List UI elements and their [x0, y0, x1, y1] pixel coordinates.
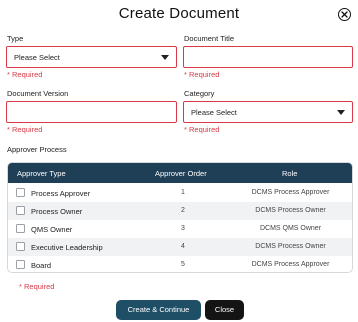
cell-approver-type: Process Owner [31, 206, 83, 216]
cell-role: DCMS Process Approver [251, 189, 330, 196]
type-required-text: * Required [7, 70, 43, 79]
document-title-input[interactable] [183, 46, 353, 68]
row-checkbox[interactable] [16, 260, 25, 269]
row-checkbox[interactable] [16, 188, 25, 197]
category-select[interactable]: Please Select [183, 101, 353, 123]
category-label: Category [184, 89, 215, 98]
column-header-approver-type: Approver Type [17, 169, 66, 178]
cell-approver-type: Process Approver [31, 188, 91, 198]
type-select-value: Please Select [14, 53, 60, 62]
cell-approver-type: QMS Owner [31, 224, 73, 234]
table-row: Process Approver 1 DCMS Process Approver [8, 184, 352, 202]
create-and-continue-button[interactable]: Create & Continue [116, 300, 201, 320]
cell-approver-order: 3 [181, 225, 185, 232]
cell-role: DCMS Process Owner [255, 243, 326, 250]
chevron-down-icon [161, 55, 169, 60]
category-required-text: * Required [184, 125, 220, 134]
cell-approver-order: 2 [181, 207, 185, 214]
cell-approver-type: Board [31, 260, 52, 270]
table-row: Board 5 DCMS Process Approver [8, 256, 352, 272]
table-row: QMS Owner 3 DCMS QMS Owner [8, 220, 352, 238]
type-select[interactable]: Please Select [6, 46, 177, 68]
row-checkbox[interactable] [16, 242, 25, 251]
table-row: Executive Leadership 4 DCMS Process Owne… [8, 238, 352, 256]
x-mark-icon [340, 10, 348, 18]
cell-approver-order: 4 [181, 243, 185, 250]
approver-required-text: * Required [19, 282, 55, 291]
document-version-input[interactable] [6, 101, 177, 123]
approver-table-header: Approver Type Approver Order Role [8, 163, 352, 183]
cell-role: DCMS Process Approver [251, 261, 330, 268]
document-title-label: Document Title [184, 34, 235, 43]
chevron-down-icon [337, 110, 345, 115]
column-header-approver-order: Approver Order [155, 169, 207, 178]
row-checkbox[interactable] [16, 224, 25, 233]
cell-approver-type: Executive Leadership [31, 242, 103, 252]
cell-approver-order: 5 [181, 261, 185, 268]
approver-table: Approver Type Approver Order Role Proces… [7, 162, 353, 273]
column-header-role: Role [282, 169, 298, 178]
cell-approver-order: 1 [181, 189, 185, 196]
dialog-title: Create Document [118, 5, 240, 22]
type-label: Type [7, 34, 24, 43]
document-version-required-text: * Required [7, 125, 43, 134]
category-select-value: Please Select [191, 108, 237, 117]
cell-role: DCMS Process Owner [255, 207, 326, 214]
close-button[interactable]: Close [205, 300, 244, 320]
document-version-label: Document Version [7, 89, 69, 98]
row-checkbox[interactable] [16, 206, 25, 215]
close-icon[interactable] [338, 8, 351, 21]
table-row: Process Owner 2 DCMS Process Owner [8, 202, 352, 220]
approver-process-label: Approver Process [7, 145, 67, 154]
document-title-required-text: * Required [184, 70, 220, 79]
cell-role: DCMS QMS Owner [259, 225, 322, 232]
